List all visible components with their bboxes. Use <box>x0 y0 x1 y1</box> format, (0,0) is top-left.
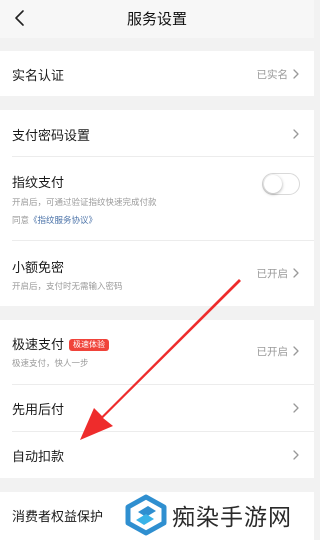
fast-pay-label: 极速支付 极速体验 <box>12 334 110 353</box>
chevron-right-icon <box>293 346 299 356</box>
chevron-right-icon <box>293 403 299 413</box>
page-title: 服务设置 <box>126 10 187 28</box>
chevron-right-icon <box>293 129 299 139</box>
row-pay-password[interactable]: 支付密码设置 <box>0 110 314 156</box>
group-identity: 实名认证 已实名 <box>0 51 314 96</box>
watermark-text: 痴染手游网 <box>172 505 292 531</box>
row-realname[interactable]: 实名认证 已实名 <box>0 51 314 96</box>
toggle-knob <box>264 175 282 193</box>
row-pay-later[interactable]: 先用后付 <box>0 384 314 431</box>
fast-pay-desc: 极速支付，快人一步 <box>12 359 89 369</box>
realname-label: 实名认证 <box>12 69 65 84</box>
group-payment-methods: 极速支付 极速体验 极速支付，快人一步 已开启 先用后付 自动扣款 <box>0 320 314 478</box>
group-payment-security: 支付密码设置 指纹支付 开启后，可通过验证指纹快速完成付款 同意《指纹服务协议》… <box>0 110 314 306</box>
nav-bar: 服务设置 <box>0 0 314 38</box>
fast-pay-title: 极速支付 <box>12 338 65 353</box>
fingerprint-agreement-link[interactable]: 《指纹服务协议》 <box>29 216 97 226</box>
consumer-rights-label: 消费者权益保护 <box>12 510 104 525</box>
chevron-right-icon <box>293 69 299 79</box>
fingerprint-desc: 开启后，可通过验证指纹快速完成付款 <box>12 198 157 208</box>
fingerprint-agreement: 同意《指纹服务协议》 <box>12 214 97 226</box>
row-fast-pay[interactable]: 极速支付 极速体验 极速支付，快人一步 已开启 <box>0 320 314 384</box>
watermark-logo <box>125 494 167 536</box>
pay-later-label: 先用后付 <box>12 403 65 418</box>
fast-pay-badge: 极速体验 <box>69 339 110 351</box>
fast-pay-status: 已开启 <box>256 346 289 358</box>
agree-prefix: 同意 <box>12 216 30 226</box>
chevron-right-icon <box>293 268 299 278</box>
watermark: 痴染手游网 <box>124 490 314 540</box>
pay-password-label: 支付密码设置 <box>12 129 91 144</box>
small-free-desc: 开启后，支付时无需输入密码 <box>12 282 123 292</box>
small-free-label: 小额免密 <box>12 261 65 276</box>
row-small-free[interactable]: 小额免密 开启后，支付时无需输入密码 已开启 <box>0 240 314 306</box>
row-fingerprint: 指纹支付 开启后，可通过验证指纹快速完成付款 同意《指纹服务协议》 <box>0 156 314 240</box>
realname-status: 已实名 <box>256 69 289 81</box>
small-free-status: 已开启 <box>256 268 289 280</box>
fingerprint-toggle[interactable] <box>262 173 300 195</box>
fingerprint-label: 指纹支付 <box>12 176 65 191</box>
chevron-right-icon <box>293 450 299 460</box>
row-auto-deduct[interactable]: 自动扣款 <box>0 431 314 478</box>
auto-deduct-label: 自动扣款 <box>12 450 65 465</box>
